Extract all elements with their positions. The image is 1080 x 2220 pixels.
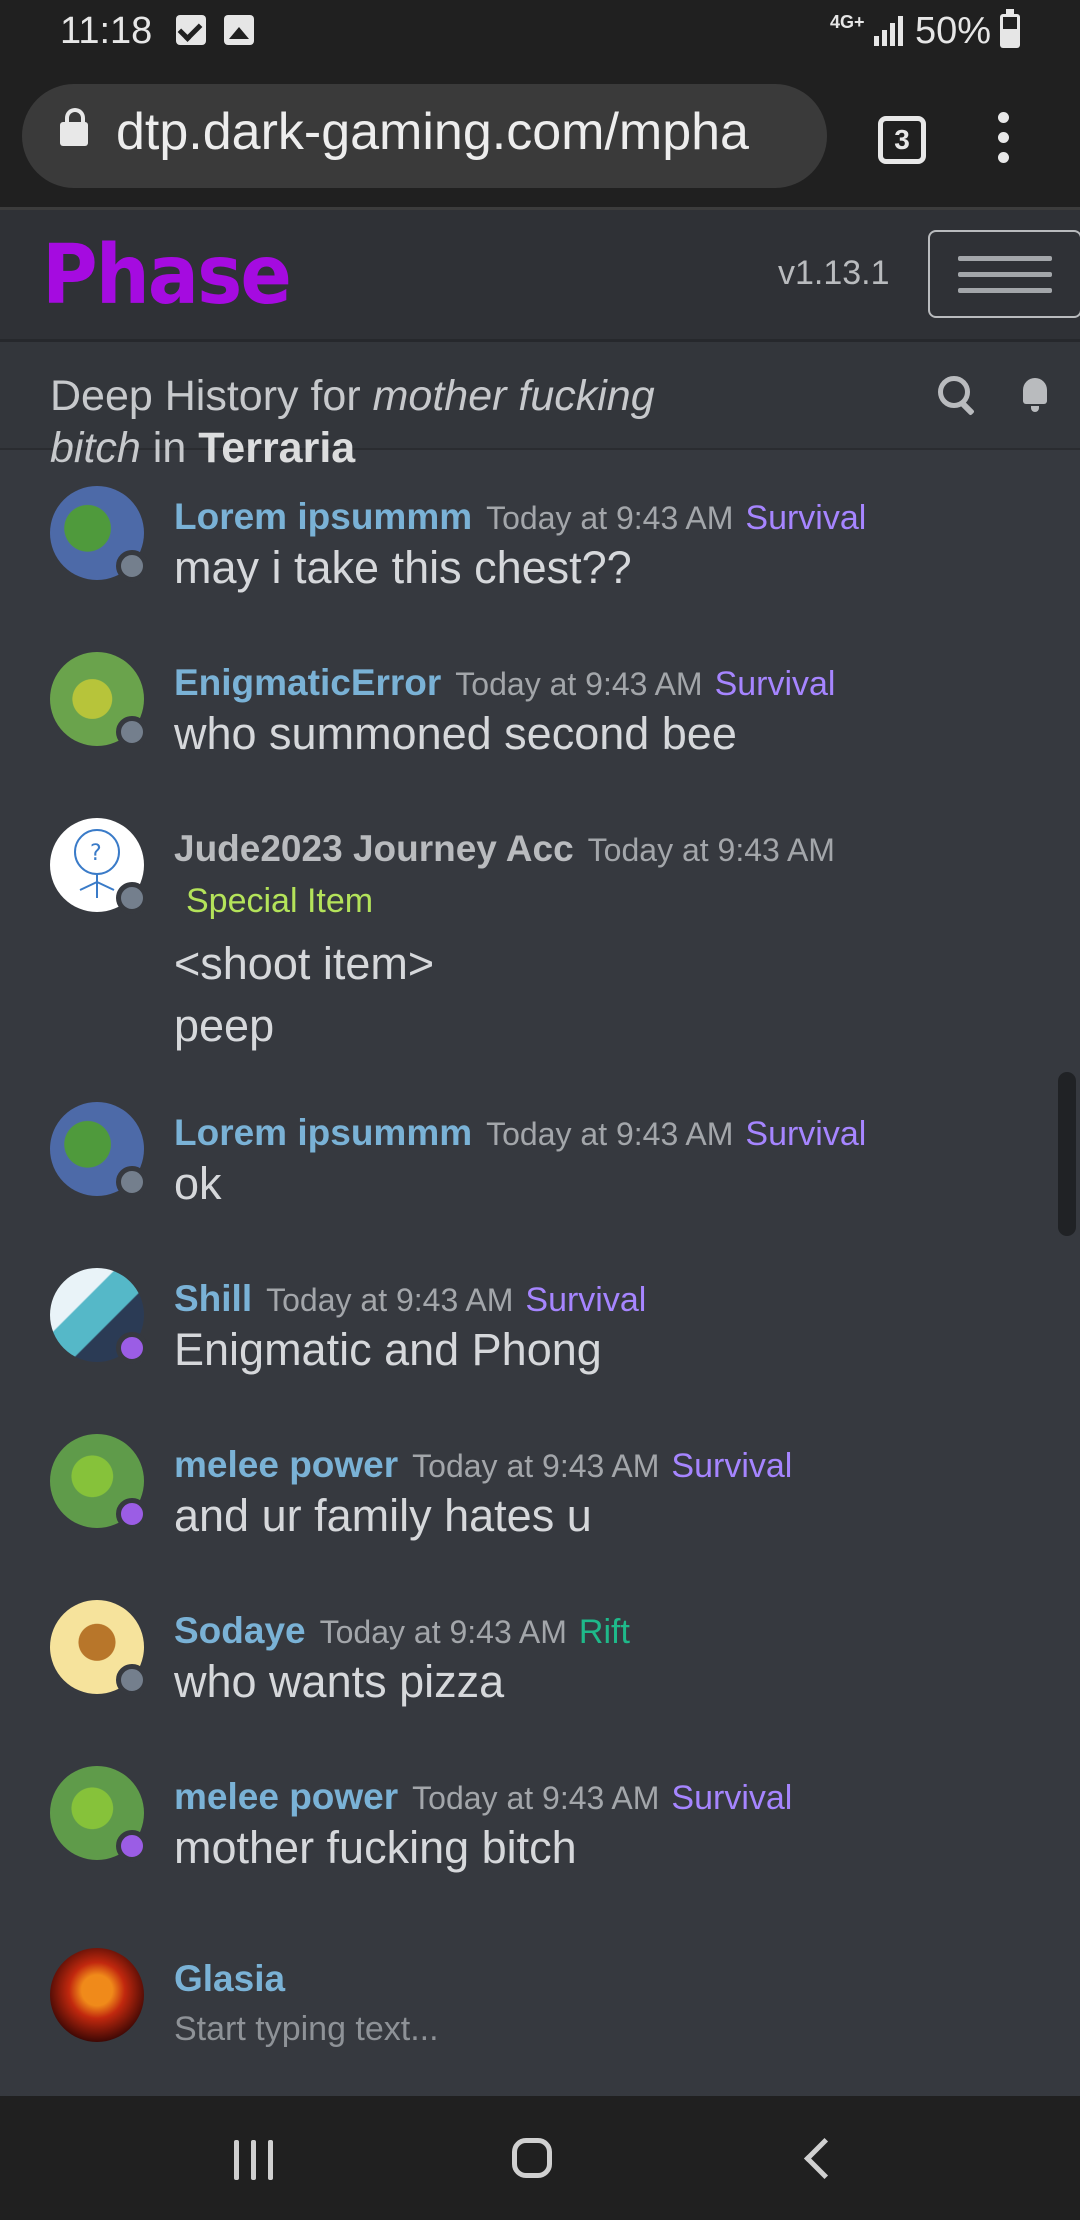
message-text: peep <box>174 1000 275 1051</box>
username[interactable]: melee power <box>174 1444 398 1485</box>
server-tag: Rift <box>578 1613 630 1651</box>
app-navbar: Phase v1.13.1 <box>0 210 1080 342</box>
message-text: who wants pizza <box>174 1656 505 1707</box>
avatar <box>50 1948 144 2042</box>
message-text: mother fucking bitch <box>174 1822 577 1873</box>
server-tag: Survival <box>671 1447 793 1485</box>
presence-indicator <box>116 550 148 582</box>
search-icon[interactable] <box>938 376 970 408</box>
presence-indicator <box>116 1166 148 1198</box>
brand-logo[interactable]: Phase <box>42 226 292 322</box>
message-input[interactable]: Start typing text... <box>174 2010 439 2049</box>
message-text: Enigmatic and Phong <box>174 1324 602 1375</box>
more-options-icon[interactable] <box>998 112 1010 164</box>
avatar[interactable] <box>50 652 148 748</box>
tab-switcher-button[interactable]: 3 <box>878 116 926 164</box>
avatar[interactable] <box>50 1102 148 1198</box>
status-bar: 11:18 4G+ 50% <box>0 0 1080 64</box>
username[interactable]: EnigmaticError <box>174 662 441 703</box>
timestamp: Today at 9:43 AM <box>587 832 835 868</box>
lock-icon <box>60 108 88 146</box>
server-tag: Survival <box>745 1115 867 1153</box>
username[interactable]: Shill <box>174 1278 252 1319</box>
presence-indicator <box>116 1664 148 1696</box>
message-text: may i take this chest?? <box>174 542 632 593</box>
timestamp: Today at 9:43 AM <box>486 1116 734 1152</box>
menu-toggle-button[interactable] <box>928 230 1080 318</box>
battery-percent: 50% <box>915 10 992 52</box>
url-text[interactable]: dtp.dark-gaming.com/mpha <box>116 102 749 162</box>
avatar[interactable] <box>50 1434 148 1530</box>
back-icon[interactable] <box>803 2137 846 2180</box>
timestamp: Today at 9:43 AM <box>319 1614 567 1650</box>
timestamp: Today at 9:43 AM <box>455 666 703 702</box>
network-type: 4G+ <box>830 12 865 32</box>
message-text: <shoot item> <box>174 938 435 989</box>
presence-indicator <box>116 716 148 748</box>
page-header: Deep History for mother fucking bitch in… <box>0 342 1080 472</box>
server-tag: Survival <box>714 665 836 703</box>
battery-icon <box>1000 9 1020 48</box>
server-tag: Special Item <box>186 882 374 920</box>
presence-indicator <box>116 1830 148 1862</box>
checkbox-notification-icon <box>176 15 206 45</box>
clock: 11:18 <box>60 10 153 52</box>
home-icon[interactable] <box>512 2138 552 2178</box>
timestamp: Today at 9:43 AM <box>486 500 734 536</box>
presence-indicator <box>116 1332 148 1364</box>
image-notification-icon <box>224 15 254 45</box>
presence-indicator <box>116 882 148 914</box>
username[interactable]: Sodaye <box>174 1610 306 1651</box>
recents-icon[interactable] <box>232 2140 276 2180</box>
signal-icon <box>872 14 904 46</box>
avatar[interactable]: ? <box>50 818 148 914</box>
avatar[interactable] <box>50 1766 148 1862</box>
avatar[interactable] <box>50 486 148 582</box>
presence-indicator <box>116 1498 148 1530</box>
username[interactable]: Lorem ipsummm <box>174 1112 472 1153</box>
server-tag: Survival <box>745 499 867 537</box>
message-text: and ur family hates u <box>174 1490 592 1541</box>
avatar[interactable] <box>50 1268 148 1364</box>
timestamp: Today at 9:43 AM <box>412 1780 660 1816</box>
server-tag: Survival <box>525 1281 647 1319</box>
url-bar[interactable]: dtp.dark-gaming.com/mpha <box>22 84 827 188</box>
username[interactable]: Jude2023 Journey Acc <box>174 828 574 869</box>
bell-icon[interactable] <box>1020 376 1050 412</box>
message-list: Lorem ipsummm Today at 9:43 AM Survival ma… <box>0 450 1080 2096</box>
browser-toolbar: dtp.dark-gaming.com/mpha 3 <box>0 64 1080 210</box>
username[interactable]: Lorem ipsummm <box>174 496 472 537</box>
avatar[interactable] <box>50 1600 148 1696</box>
timestamp: Today at 9:43 AM <box>266 1282 514 1318</box>
composer-username: Glasia <box>174 1958 286 1999</box>
scrollbar-thumb[interactable] <box>1058 1072 1076 1236</box>
message-text: who summoned second bee <box>174 708 737 759</box>
server-tag: Survival <box>671 1779 793 1817</box>
svg-text:?: ? <box>90 841 102 866</box>
system-navigation-bar <box>0 2096 1080 2220</box>
message-text: ok <box>174 1158 222 1209</box>
username[interactable]: melee power <box>174 1776 398 1817</box>
timestamp: Today at 9:43 AM <box>412 1448 660 1484</box>
app-version: v1.13.1 <box>778 254 890 292</box>
